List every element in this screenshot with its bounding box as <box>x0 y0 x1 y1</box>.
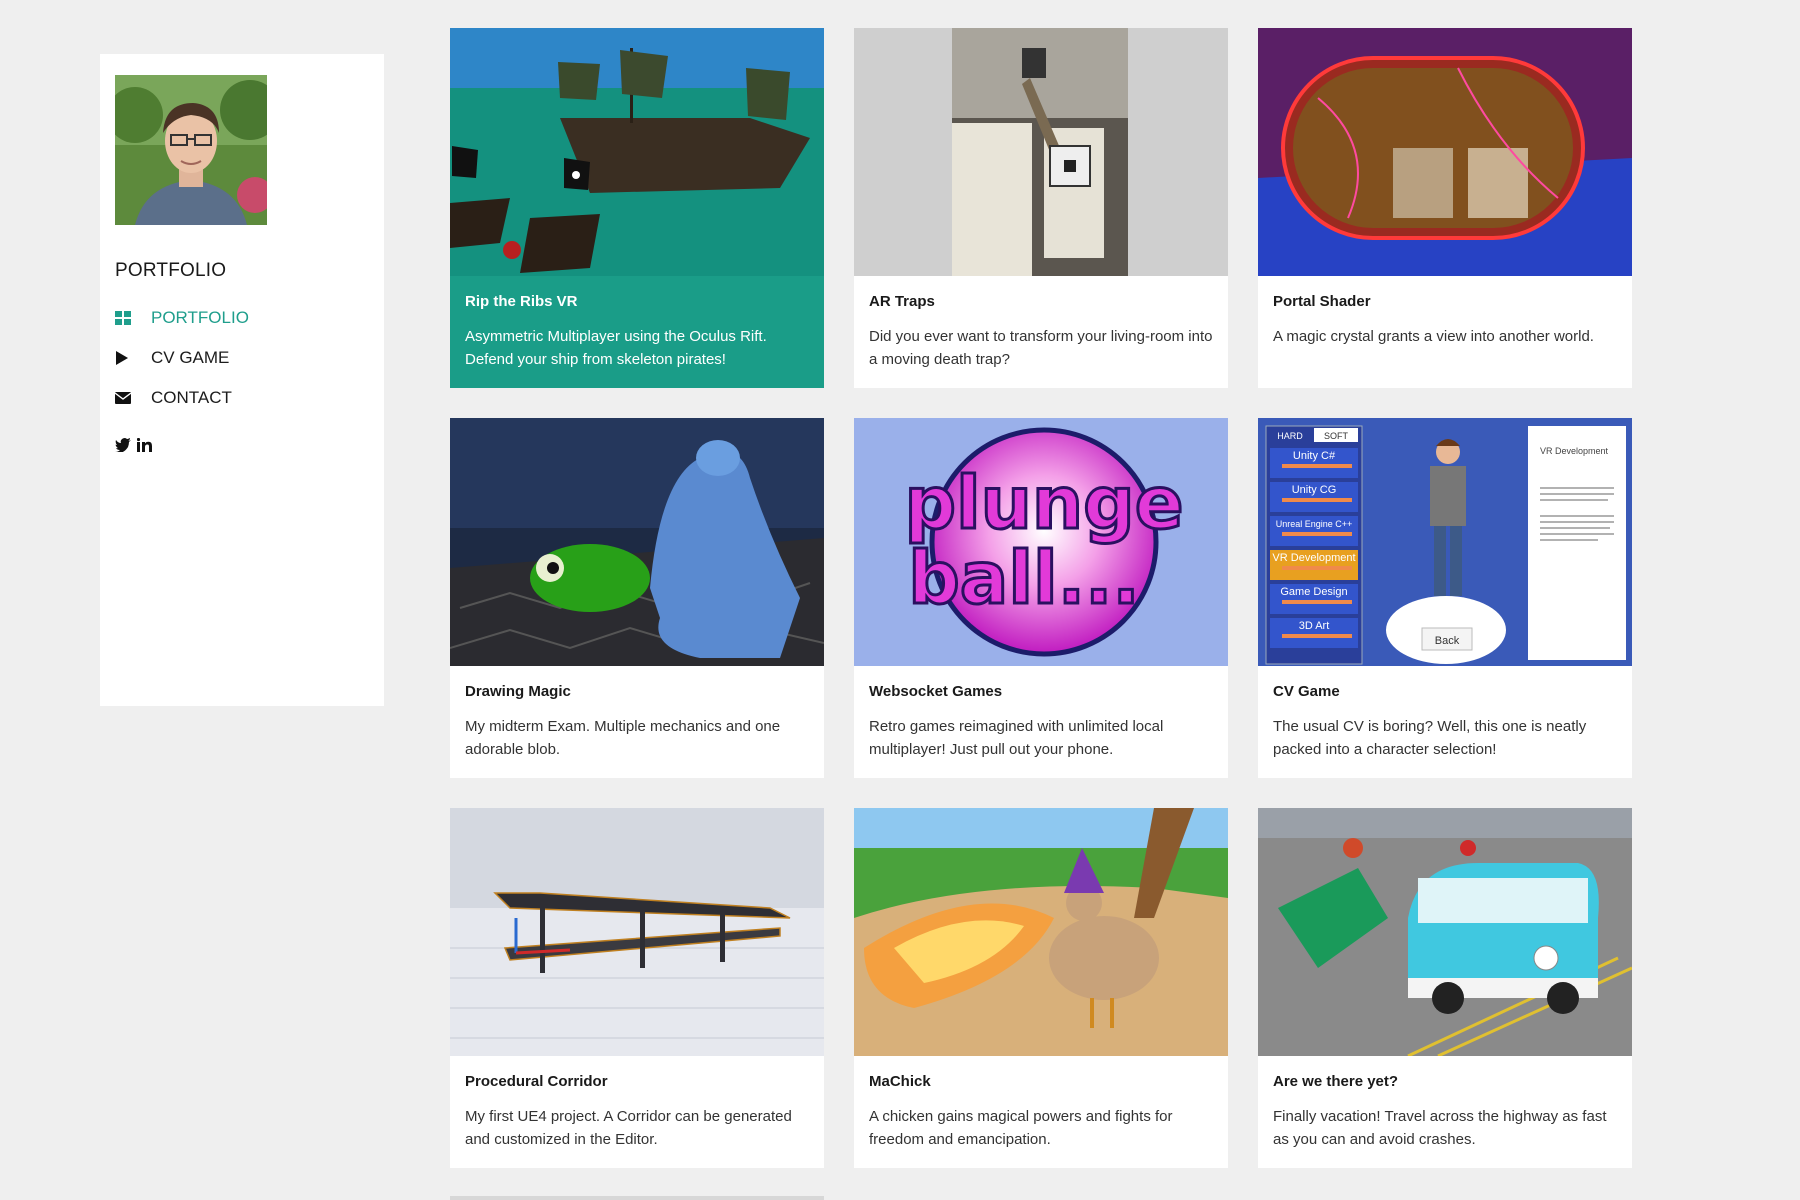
nav-label: PORTFOLIO <box>151 308 249 327</box>
project-title: MaChick <box>869 1073 931 1090</box>
project-thumbnail <box>450 28 824 276</box>
project-description: Retro games reimagined with unlimited lo… <box>869 718 1164 758</box>
cv-skill: 3D Art <box>1299 620 1330 632</box>
cv-tab-hard: HARD <box>1277 431 1303 441</box>
project-description: The usual CV is boring? Well, this one i… <box>1273 718 1587 758</box>
project-title: Websocket Games <box>869 683 1003 700</box>
project-description: Asymmetric Multiplayer using the Oculus … <box>465 328 767 368</box>
project-card-rip-the-ribs[interactable]: Rip the Ribs VR Asymmetric Multiplayer u… <box>450 28 824 388</box>
project-description: My midterm Exam. Multiple mechanics and … <box>465 718 781 758</box>
project-title: CV Game <box>1273 683 1340 700</box>
project-thumbnail <box>450 808 824 1056</box>
project-description: My first UE4 project. A Corridor can be … <box>465 1108 792 1148</box>
play-icon <box>115 351 151 365</box>
social-links <box>115 437 384 457</box>
project-thumbnail <box>1258 808 1632 1056</box>
cv-tab-soft: SOFT <box>1324 431 1349 441</box>
envelope-icon <box>115 392 151 404</box>
project-card-cv-game[interactable]: HARD SOFT Unity C# Unity CG Unreal Engin… <box>1258 418 1632 778</box>
project-card-machick[interactable]: MaChick A chicken gains magical powers a… <box>854 808 1228 1168</box>
nav-item-contact[interactable]: CONTACT <box>115 378 384 418</box>
avatar <box>115 75 267 225</box>
project-card-websocket-games[interactable]: plunge ball... Websocket Games Retro gam… <box>854 418 1228 778</box>
cv-skill: Game Design <box>1280 586 1347 598</box>
project-card-procedural-corridor[interactable]: Procedural Corridor My first UE4 project… <box>450 808 824 1168</box>
project-title: Are we there yet? <box>1273 1073 1399 1090</box>
project-card-portal-shader[interactable]: Portal Shader A magic crystal grants a v… <box>1258 28 1632 388</box>
plunge-logo-line1: plunge <box>904 461 1183 545</box>
twitter-icon[interactable] <box>115 438 131 457</box>
project-thumbnail <box>854 808 1228 1056</box>
cv-skill: VR Development <box>1272 552 1355 564</box>
project-description: Did you ever want to transform your livi… <box>869 328 1213 368</box>
project-card-ar-traps[interactable]: AR Traps Did you ever want to transform … <box>854 28 1228 388</box>
nav-label: CONTACT <box>151 388 232 407</box>
project-title: Portal Shader <box>1273 293 1371 310</box>
sidebar: PORTFOLIO PORTFOLIO CV GAME CONTACT <box>100 54 384 706</box>
project-description: A magic crystal grants a view into anoth… <box>1273 328 1594 345</box>
project-card-are-we-there-yet[interactable]: Are we there yet? Finally vacation! Trav… <box>1258 808 1632 1168</box>
main-nav: PORTFOLIO CV GAME CONTACT <box>115 298 384 418</box>
cv-skill: Unity C# <box>1293 450 1336 462</box>
project-thumbnail <box>450 418 824 666</box>
nav-item-portfolio[interactable]: PORTFOLIO <box>115 298 384 338</box>
grid-icon <box>115 311 151 325</box>
project-title: Rip the Ribs VR <box>465 293 578 310</box>
project-title: Procedural Corridor <box>465 1073 608 1090</box>
cv-panel-title: VR Development <box>1540 446 1609 456</box>
project-thumbnail: plunge ball... <box>854 418 1228 666</box>
project-thumbnail <box>854 28 1228 276</box>
project-card-drawing-magic[interactable]: Drawing Magic My midterm Exam. Multiple … <box>450 418 824 778</box>
nav-item-cv-game[interactable]: CV GAME <box>115 338 384 378</box>
cv-skill: Unity CG <box>1292 484 1337 496</box>
cv-back-button: Back <box>1435 635 1460 647</box>
plunge-logo-line2: ball... <box>908 536 1140 620</box>
cv-skill: Unreal Engine C++ <box>1276 519 1353 529</box>
project-title: AR Traps <box>869 293 935 310</box>
project-thumbnail <box>1258 28 1632 276</box>
project-title: Drawing Magic <box>465 683 571 700</box>
project-thumbnail: HARD SOFT Unity C# Unity CG Unreal Engin… <box>1258 418 1632 666</box>
linkedin-icon[interactable] <box>136 437 152 457</box>
next-project-card-peek <box>450 1196 824 1200</box>
project-description: Finally vacation! Travel across the high… <box>1273 1108 1607 1148</box>
brand-title: PORTFOLIO <box>115 260 227 281</box>
project-description: A chicken gains magical powers and fight… <box>869 1108 1173 1148</box>
nav-label: CV GAME <box>151 348 230 367</box>
